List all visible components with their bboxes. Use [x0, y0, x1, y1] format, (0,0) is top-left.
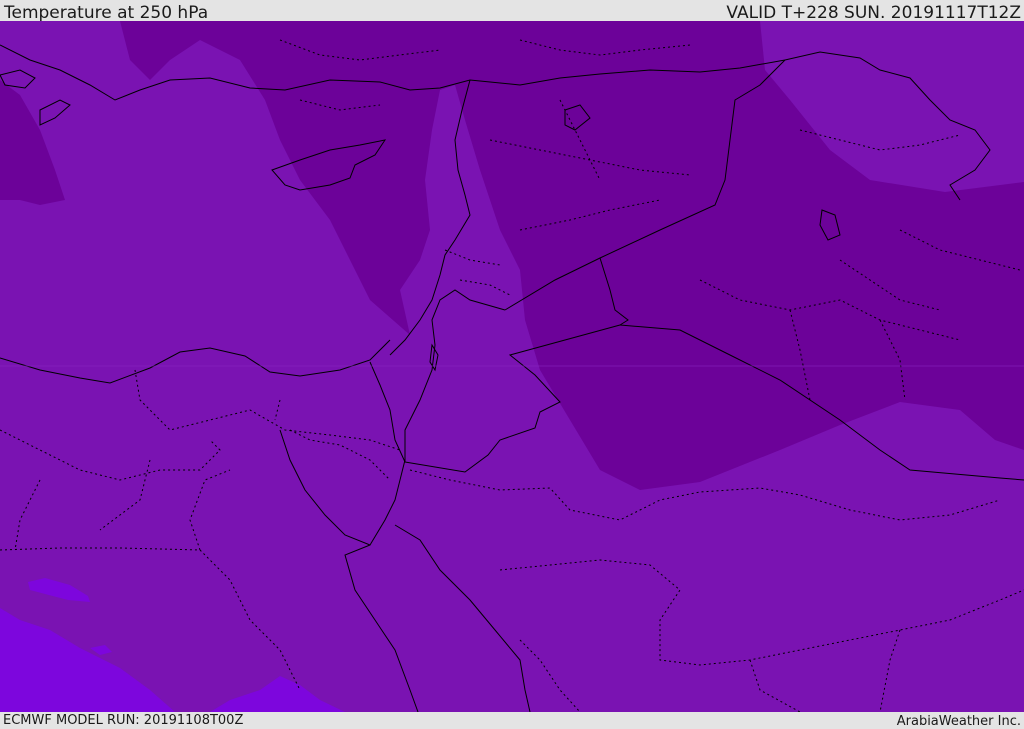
- temperature-map: [0, 21, 1024, 712]
- map-title: Temperature at 250 hPa: [4, 3, 209, 23]
- header-bar: Temperature at 250 hPa VALID T+228 SUN. …: [0, 0, 1024, 23]
- credit-text: ArabiaWeather Inc.: [896, 714, 1021, 729]
- footer-bar: ECMWF MODEL RUN: 20191108T00Z ArabiaWeat…: [0, 712, 1024, 729]
- valid-time: VALID T+228 SUN. 20191117T12Z: [726, 3, 1021, 23]
- model-run: ECMWF MODEL RUN: 20191108T00Z: [3, 713, 244, 728]
- map-panel: [0, 21, 1024, 712]
